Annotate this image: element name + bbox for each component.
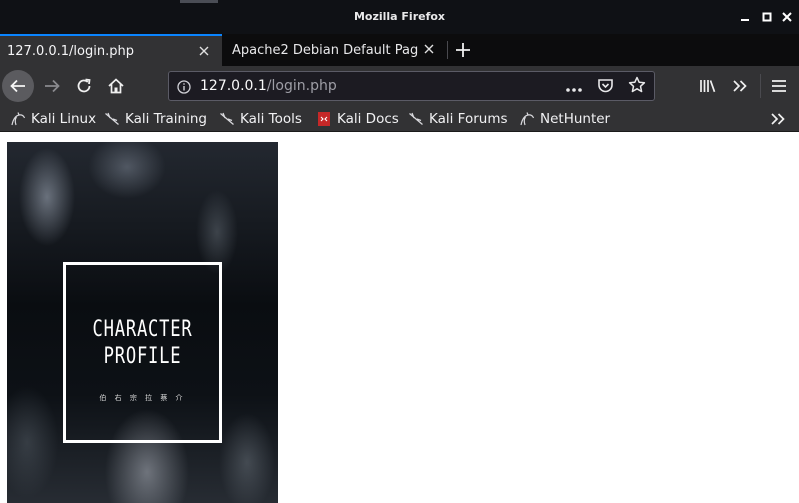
forward-button[interactable] — [36, 70, 68, 102]
poster-title-line1: CHARACTER — [92, 317, 193, 342]
forward-arrow-icon — [45, 79, 60, 93]
tab-apache-default[interactable]: Apache2 Debian Default Page: It works — [222, 34, 447, 66]
navigation-toolbar: 127.0.0.1/login.php — [0, 66, 799, 106]
plus-icon — [456, 43, 470, 57]
kali-dragon-icon — [408, 111, 424, 127]
bookmark-kali-forums[interactable]: Kali Forums — [408, 109, 508, 129]
poster-subtitle: 伯 右 宗 拉 蔡 介 — [99, 394, 186, 402]
bookmark-nethunter[interactable]: NetHunter — [519, 109, 610, 129]
library-icon — [700, 80, 716, 93]
tab-strip: 127.0.0.1/login.php Apache2 Debian Defau… — [0, 34, 799, 66]
bookmark-label: Kali Tools — [240, 111, 302, 127]
bookmark-label: NetHunter — [540, 111, 611, 127]
pocket-icon[interactable] — [597, 77, 614, 98]
window-title: Mozilla Firefox — [353, 10, 446, 23]
url-path: /login.php — [266, 78, 337, 94]
close-window-button[interactable] — [778, 8, 796, 26]
bookmark-label: Kali Training — [125, 111, 207, 127]
kali-dragon-icon — [219, 111, 235, 127]
bookmark-kali-linux[interactable]: Kali Linux — [10, 109, 96, 129]
hamburger-menu-icon — [772, 80, 786, 92]
bookmark-kali-training[interactable]: Kali Training — [104, 109, 207, 129]
reload-icon — [77, 78, 91, 93]
url-text[interactable]: 127.0.0.1/login.php — [200, 78, 337, 94]
tab-label: Apache2 Debian Default Page: It works — [232, 42, 418, 58]
bookmark-label: Kali Linux — [31, 111, 97, 127]
overflow-toolbar-button[interactable] — [724, 70, 756, 102]
page-actions — [565, 76, 646, 98]
back-button[interactable] — [2, 70, 34, 102]
url-host: 127.0.0.1 — [200, 78, 267, 94]
home-button[interactable] — [100, 70, 132, 102]
tab-separator — [447, 41, 448, 59]
kali-dragon-icon — [104, 111, 120, 127]
info-icon[interactable] — [177, 79, 191, 98]
chevron-double-right-icon — [771, 113, 785, 125]
minimize-button[interactable] — [736, 8, 754, 26]
tab-close-icon[interactable] — [420, 40, 438, 58]
bookmark-label: Kali Docs — [337, 111, 399, 127]
back-arrow-icon — [10, 79, 25, 93]
bookmark-label: Kali Forums — [429, 111, 508, 127]
poster-title: CHARACTER PROFILE — [80, 316, 204, 370]
chevron-double-right-icon — [733, 80, 747, 92]
bookmarks-toolbar: Kali Linux Kali Training Kali Tools Kali… — [0, 106, 799, 132]
window-titlebar: Mozilla Firefox — [0, 0, 799, 34]
app-menu-button[interactable] — [763, 70, 795, 102]
bookmark-star-icon[interactable] — [628, 76, 646, 98]
bookmark-kali-tools[interactable]: Kali Tools — [219, 109, 302, 129]
page-actions-menu-icon[interactable] — [565, 78, 583, 97]
kali-dragon-icon — [519, 111, 535, 127]
tab-close-icon[interactable] — [195, 42, 213, 60]
new-tab-button[interactable] — [451, 39, 475, 61]
library-button[interactable] — [692, 70, 724, 102]
character-profile-image: CHARACTER PROFILE 伯 右 宗 拉 蔡 介 — [7, 142, 278, 503]
toolbar-separator — [760, 74, 761, 98]
reload-button[interactable] — [68, 70, 100, 102]
maximize-button[interactable] — [758, 8, 776, 26]
bookmarks-overflow-button[interactable] — [769, 109, 787, 129]
poster-title-line2: PROFILE — [103, 344, 182, 369]
page-content: CHARACTER PROFILE 伯 右 宗 拉 蔡 介 — [0, 132, 799, 503]
titlebar-handle — [180, 0, 218, 3]
address-bar[interactable]: 127.0.0.1/login.php — [168, 71, 655, 101]
home-icon — [108, 78, 124, 94]
bookmark-kali-docs[interactable]: Kali Docs — [316, 109, 399, 129]
kali-dragon-icon — [10, 111, 26, 127]
tab-login[interactable]: 127.0.0.1/login.php — [0, 34, 222, 66]
tab-label: 127.0.0.1/login.php — [7, 43, 134, 59]
kali-docs-icon — [316, 111, 332, 127]
